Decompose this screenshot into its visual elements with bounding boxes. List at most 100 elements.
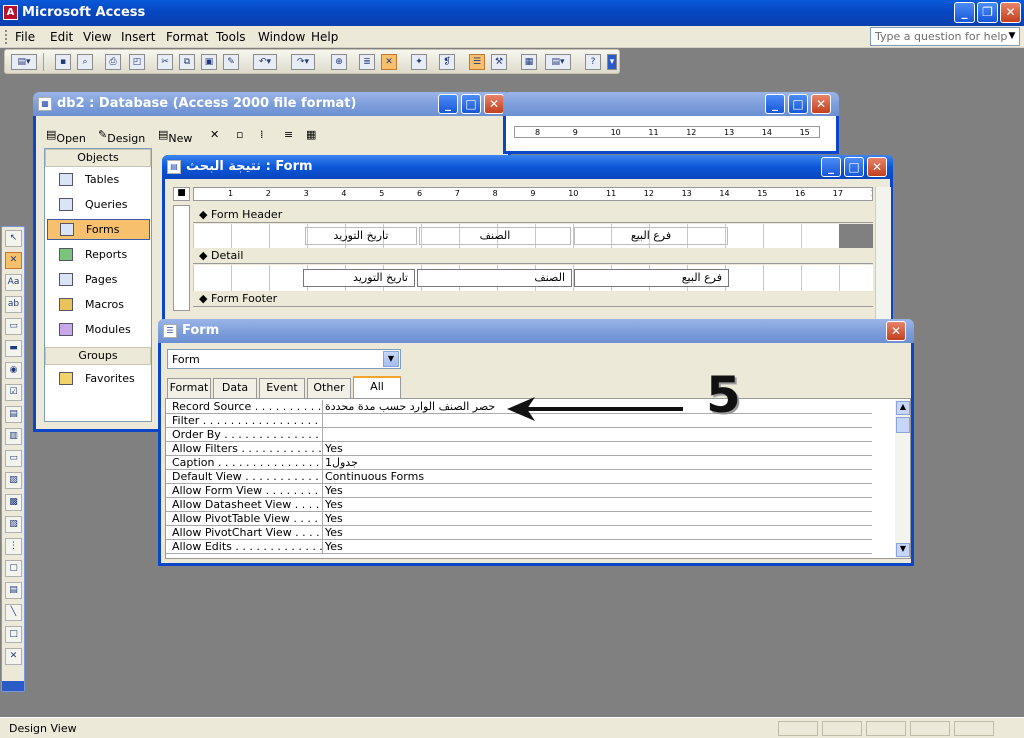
more-controls-icon[interactable]: ✕	[5, 648, 22, 665]
menu-file[interactable]: File	[15, 30, 35, 44]
property-value[interactable]: Yes	[322, 526, 872, 539]
objects-header[interactable]: Objects	[45, 149, 151, 167]
maximize-icon[interactable]: □	[788, 94, 808, 114]
form-footer-bar[interactable]: ◆ Form Footer	[193, 291, 873, 307]
objects-item-pages[interactable]: Pages	[47, 270, 150, 291]
objects-item-queries[interactable]: Queries	[47, 195, 150, 216]
menu-grip[interactable]	[5, 30, 8, 44]
format-painter-icon[interactable]: ✎	[223, 54, 239, 70]
form-header-section[interactable]: تاريخ التوريد الصنف فرع البيع	[193, 224, 873, 248]
object-selector-dropdown[interactable]: Form ▼	[167, 349, 401, 369]
page-break-icon[interactable]: ⋮	[5, 538, 22, 555]
select-objects-icon[interactable]: ↖	[5, 230, 22, 247]
control-wizards-icon[interactable]: ✕	[5, 252, 22, 269]
maximize-icon[interactable]: □	[844, 157, 864, 177]
property-row-allow-datasheet-view[interactable]: Allow Datasheet View . . . . . . .Yes	[166, 498, 872, 512]
help-icon[interactable]: ?	[585, 54, 601, 70]
scroll-up-icon[interactable]: ▲	[896, 401, 910, 415]
property-value[interactable]: Yes	[322, 442, 872, 455]
view-icon[interactable]: ▤▾	[11, 54, 37, 70]
groups-header[interactable]: Groups	[45, 347, 151, 365]
build-icon[interactable]: ⚒	[491, 54, 507, 70]
list-box-icon[interactable]: ▥	[5, 428, 22, 445]
property-row-allow-pivotchart-view[interactable]: Allow PivotChart View . . . . . . Yes	[166, 526, 872, 540]
property-value[interactable]	[322, 428, 872, 441]
scroll-down-icon[interactable]: ▼	[896, 543, 910, 557]
menu-view[interactable]: View	[83, 30, 111, 44]
header-label-branch[interactable]: فرع البيع	[574, 227, 728, 245]
small-icons-icon[interactable]: ⁞	[260, 128, 264, 141]
unbound-object-icon[interactable]: ▩	[5, 494, 22, 511]
property-row-allow-filters[interactable]: Allow Filters . . . . . . . . . . . . .Y…	[166, 442, 872, 456]
paste-icon[interactable]: ▣	[201, 54, 217, 70]
form-selector[interactable]: ■	[173, 187, 190, 201]
print-icon[interactable]: ⎙	[105, 54, 121, 70]
tab-control-icon[interactable]: ▢	[5, 560, 22, 577]
objects-item-macros[interactable]: Macros	[47, 295, 150, 316]
tab-data[interactable]: Data	[213, 378, 257, 398]
menu-edit[interactable]: Edit	[50, 30, 73, 44]
open-button[interactable]: ▤ Open	[46, 128, 86, 145]
objects-item-tables[interactable]: Tables	[47, 170, 150, 191]
menu-insert[interactable]: Insert	[121, 30, 155, 44]
property-row-default-view[interactable]: Default View . . . . . . . . . . . . . Co…	[166, 470, 872, 484]
header-label-item[interactable]: الصنف	[419, 227, 571, 245]
objects-item-modules[interactable]: Modules	[47, 320, 150, 341]
hyperlink-icon[interactable]: ⊕	[331, 54, 347, 70]
chevron-down-icon[interactable]: ▼	[1005, 28, 1019, 45]
details-view-icon[interactable]: ▦	[306, 128, 316, 141]
property-value[interactable]: Yes	[322, 484, 872, 497]
list-view-icon[interactable]: ≡	[284, 128, 293, 141]
close-icon[interactable]: ✕	[484, 94, 504, 114]
tab-format[interactable]: Format	[167, 378, 211, 398]
minimize-icon[interactable]: _	[821, 157, 841, 177]
close-icon[interactable]: ✕	[867, 157, 887, 177]
property-value[interactable]: Yes	[322, 498, 872, 511]
close-icon[interactable]: ✕	[886, 321, 906, 341]
print-preview-icon[interactable]: ◰	[129, 54, 145, 70]
property-row-allow-form-view[interactable]: Allow Form View . . . . . . . . . . .Yes	[166, 484, 872, 498]
menu-tools[interactable]: Tools	[216, 30, 246, 44]
option-button-icon[interactable]: ◉	[5, 362, 22, 379]
cut-icon[interactable]: ✂	[157, 54, 173, 70]
delete-icon[interactable]: ✕	[210, 128, 219, 141]
detail-section[interactable]: تاريخ التوريد الصنف فرع البيع	[193, 265, 873, 291]
close-icon[interactable]: ✕	[1000, 2, 1021, 23]
form-window-title-bar[interactable]: ▤ نتيجة البحث : Form _ □ ✕	[162, 155, 893, 179]
objects-item-forms[interactable]: Forms	[47, 219, 150, 240]
command-button-icon[interactable]: ▭	[5, 450, 22, 467]
new-object-icon[interactable]: ▤▾	[545, 54, 571, 70]
tab-event[interactable]: Event	[259, 378, 305, 398]
save-icon[interactable]: ▪	[55, 54, 71, 70]
property-sheet-title-bar[interactable]: ☰ Form ✕	[158, 319, 914, 343]
minimize-icon[interactable]: _	[954, 2, 975, 23]
menu-format[interactable]: Format	[166, 30, 208, 44]
groups-item-favorites[interactable]: Favorites	[47, 369, 150, 390]
scroll-thumb[interactable]	[896, 417, 910, 433]
property-row-caption[interactable]: Caption . . . . . . . . . . . . . . . .ج…	[166, 456, 872, 470]
subform-icon[interactable]: ▤	[5, 582, 22, 599]
property-value[interactable]: Yes	[322, 512, 872, 525]
check-box-icon[interactable]: ☑	[5, 384, 22, 401]
field-branch[interactable]: فرع البيع	[574, 269, 729, 287]
close-icon[interactable]: ✕	[811, 94, 831, 114]
maximize-icon[interactable]: □	[461, 94, 481, 114]
tab-other[interactable]: Other	[307, 378, 351, 398]
property-value[interactable]: جدول1	[322, 456, 872, 469]
rectangle-icon[interactable]: □	[5, 626, 22, 643]
background-form-title-bar[interactable]: _ □ ✕	[503, 92, 839, 116]
help-search-input[interactable]: Type a question for help ▼	[870, 27, 1020, 46]
properties-icon[interactable]: ☰	[469, 54, 485, 70]
undo-icon[interactable]: ↶▾	[253, 54, 277, 70]
new-button[interactable]: ▤ New	[158, 128, 192, 145]
code-icon[interactable]: ❡	[439, 54, 455, 70]
toolbox-icon[interactable]: ✕	[381, 54, 397, 70]
autoformat-icon[interactable]: ✦	[411, 54, 427, 70]
bound-object-icon[interactable]: ▧	[5, 516, 22, 533]
property-value[interactable]: Continuous Forms	[322, 470, 872, 483]
database-window-title-bar[interactable]: ▦ db2 : Database (Access 2000 file forma…	[33, 92, 511, 116]
design-button[interactable]: ✎ Design	[98, 128, 145, 145]
redo-icon[interactable]: ↷▾	[291, 54, 315, 70]
combo-box-icon[interactable]: ▤	[5, 406, 22, 423]
vertical-scrollbar[interactable]	[875, 187, 891, 327]
